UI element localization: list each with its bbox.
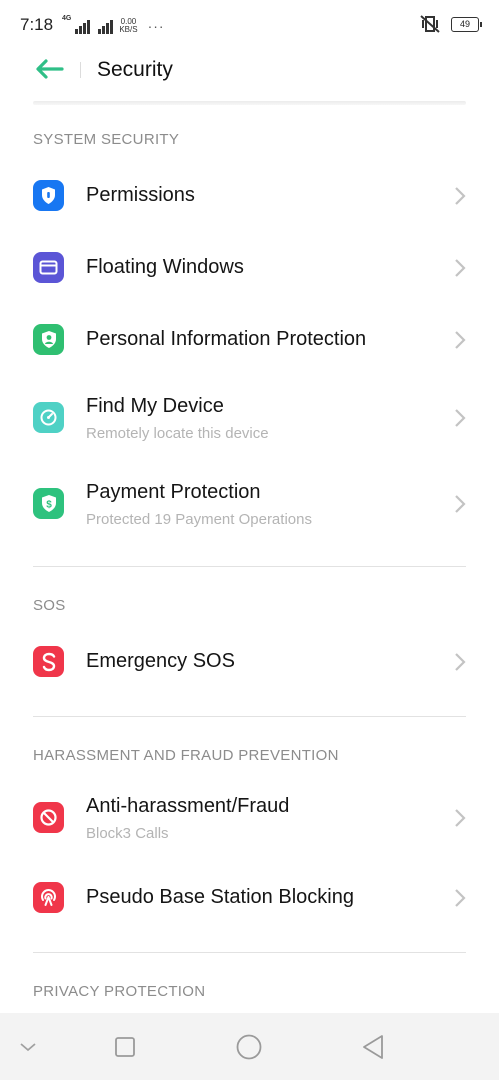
network-speed-unit: KB/S: [119, 25, 138, 34]
header-divider: [80, 62, 81, 78]
section-divider: [33, 952, 466, 953]
shield-lock-icon: [33, 180, 64, 211]
section-divider: [33, 716, 466, 717]
section-heading-sos: SOS: [33, 597, 66, 614]
list-item-permissions[interactable]: Permissions: [0, 166, 499, 226]
chevron-down-icon[interactable]: [14, 1033, 42, 1061]
item-label: Emergency SOS: [86, 650, 235, 672]
item-label: Permissions: [86, 184, 195, 206]
section-heading-harassment: HARASSMENT AND FRAUD PREVENTION: [33, 747, 339, 764]
chevron-right-icon: [455, 331, 466, 349]
svg-text:$: $: [46, 500, 52, 511]
person-shield-icon: [33, 324, 64, 355]
status-time: 7:18: [20, 15, 54, 34]
list-item-personal-information-protection[interactable]: Personal Information Protection: [0, 310, 499, 370]
item-label: Payment Protection: [86, 481, 261, 503]
list-item-emergency-sos[interactable]: Emergency SOS: [0, 632, 499, 692]
list-item-anti-harassment[interactable]: Anti-harassment/Fraud Block3 Calls: [0, 782, 499, 858]
section-heading-privacy-protection: PRIVACY PROTECTION: [33, 983, 206, 1000]
chevron-right-icon: [455, 495, 466, 513]
network-speed: 0.00 KB/S: [119, 18, 137, 34]
back-triangle-icon[interactable]: [360, 1033, 388, 1061]
chevron-right-icon: [455, 409, 466, 427]
block-icon: [33, 802, 64, 833]
item-subtitle: Block3 Calls: [86, 825, 169, 842]
item-label: Find My Device: [86, 395, 224, 417]
item-label: Personal Information Protection: [86, 328, 367, 350]
section-heading-system-security: SYSTEM SECURITY: [33, 131, 180, 148]
signal-icon: [75, 20, 91, 34]
signal-indicators: 4G 0.00 KB/S ···: [62, 14, 165, 34]
locate-icon: [33, 402, 64, 433]
item-label: Pseudo Base Station Blocking: [86, 886, 354, 908]
sos-icon: [33, 646, 64, 677]
header-shadow: [33, 101, 466, 105]
item-subtitle: Remotely locate this device: [86, 425, 269, 442]
payment-shield-icon: $: [33, 488, 64, 519]
item-subtitle: Protected 19 Payment Operations: [86, 511, 312, 528]
recents-square-icon[interactable]: [111, 1033, 139, 1061]
chevron-right-icon: [455, 653, 466, 671]
status-bar: 7:18 4G 0.00 KB/S ··· 49: [0, 0, 499, 48]
chevron-right-icon: [455, 809, 466, 827]
list-item-pseudo-base-station[interactable]: Pseudo Base Station Blocking: [0, 868, 499, 928]
system-navigation-bar: [0, 1013, 499, 1080]
item-label: Anti-harassment/Fraud: [86, 795, 290, 817]
section-divider: [33, 566, 466, 567]
more-notifications-icon: ···: [147, 18, 165, 34]
back-arrow-icon[interactable]: [34, 58, 64, 80]
list-item-floating-windows[interactable]: Floating Windows: [0, 238, 499, 298]
chevron-right-icon: [455, 259, 466, 277]
antenna-icon: [33, 882, 64, 913]
home-circle-icon[interactable]: [235, 1033, 263, 1061]
page-title: Security: [97, 58, 173, 81]
window-icon: [33, 252, 64, 283]
item-label: Floating Windows: [86, 256, 244, 278]
chevron-right-icon: [455, 187, 466, 205]
app-header: Security: [0, 48, 499, 98]
network-type: 4G: [62, 15, 72, 22]
vibrate-off-icon: [420, 15, 440, 33]
list-item-payment-protection[interactable]: $ Payment Protection Protected 19 Paymen…: [0, 468, 499, 544]
battery-icon: 49: [451, 16, 482, 32]
signal-icon-2: [98, 20, 114, 34]
list-item-find-my-device[interactable]: Find My Device Remotely locate this devi…: [0, 382, 499, 458]
chevron-right-icon: [455, 889, 466, 907]
